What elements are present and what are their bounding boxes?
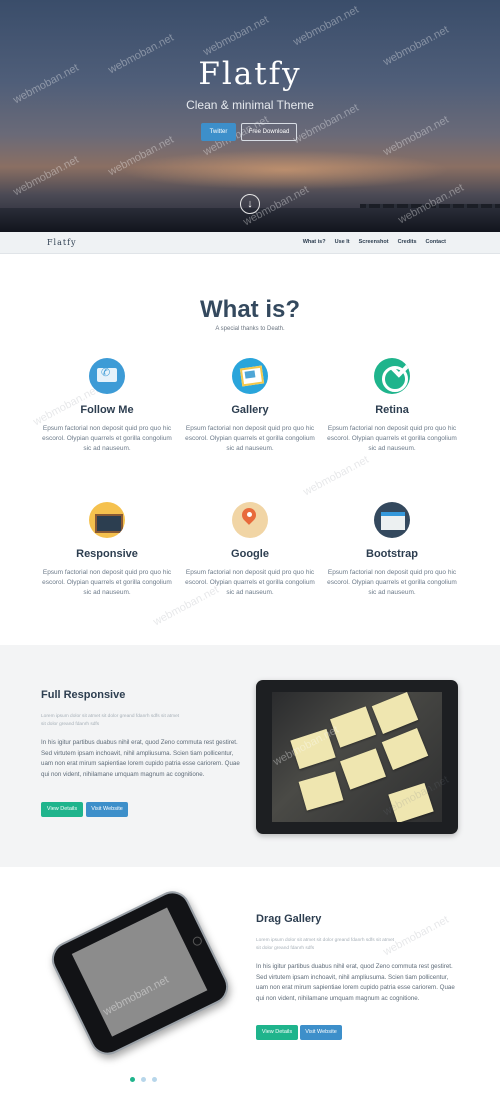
hero-brand: Flatfy (198, 56, 302, 92)
arrow-down-circle-icon[interactable]: ↓ (240, 194, 260, 214)
nav-links: What is? Use It Screenshot Credits Conta… (303, 239, 446, 245)
carousel-pagination (130, 1077, 157, 1082)
drag-gallery-text: In his igitur partibus duabus nihil erat… (256, 963, 455, 1002)
drag-gallery-meta: Lorem ipsum dolor sit atmet sit dolor gr… (256, 938, 395, 951)
feature-title: Responsive (76, 548, 138, 560)
feature-text: Epsum factorial non deposit quid pro quo… (42, 425, 172, 452)
hero-section: webmoban.net webmoban.net webmoban.net w… (0, 0, 500, 232)
visit-website-button[interactable]: Visit Website (86, 802, 128, 817)
carousel-dot[interactable] (141, 1077, 146, 1082)
sunset-glow (120, 150, 450, 190)
full-responsive-text: In his igitur partibus duabus nihil erat… (41, 739, 240, 778)
nav-link-credits[interactable]: Credits (398, 239, 417, 245)
nav-link-contact[interactable]: Contact (426, 239, 446, 245)
twitter-button[interactable]: Twitter (201, 123, 236, 141)
carousel-dot[interactable] (130, 1077, 135, 1082)
feature-google: Google Epsum factorial non deposit quid … (185, 502, 315, 598)
feature-responsive: Responsive Epsum factorial non deposit q… (42, 502, 172, 598)
responsive-screen-icon (89, 502, 125, 538)
feature-gallery: Gallery Epsum factorial non deposit quid… (185, 358, 315, 454)
nav-link-use-it[interactable]: Use It (335, 239, 350, 245)
nav-link-screenshot[interactable]: Screenshot (359, 239, 389, 245)
map-pin-icon (232, 502, 268, 538)
view-details-button[interactable]: View Details (256, 1025, 298, 1040)
feature-bootstrap: Bootstrap Epsum factorial non deposit qu… (327, 502, 457, 598)
feature-text: Epsum factorial non deposit quid pro quo… (42, 569, 172, 596)
section-title: What is? (200, 296, 300, 323)
watermark: webmoban.net (301, 453, 371, 499)
full-responsive-title: Full Responsive (41, 689, 126, 701)
watermark: webmoban.net (201, 13, 271, 59)
feature-text: Epsum factorial non deposit quid pro quo… (185, 425, 315, 452)
feature-follow-me: Follow Me Epsum factorial non deposit qu… (42, 358, 172, 454)
feature-text: Epsum factorial non deposit quid pro quo… (185, 569, 315, 596)
feature-title: Follow Me (80, 404, 134, 416)
browser-window-icon (374, 502, 410, 538)
feature-text: Epsum factorial non deposit quid pro quo… (327, 425, 457, 452)
drag-gallery-title: Drag Gallery (256, 913, 322, 925)
watermark: webmoban.net (291, 3, 361, 49)
watermark: webmoban.net (11, 153, 81, 199)
free-download-button[interactable]: Free Download (241, 123, 297, 141)
feature-title: Google (231, 548, 269, 560)
feature-title: Retina (375, 404, 409, 416)
feature-text: Epsum factorial non deposit quid pro quo… (327, 569, 457, 596)
nav-brand[interactable]: Flatfy (47, 238, 77, 247)
hero-tagline: Clean & minimal Theme (186, 98, 314, 112)
nav-link-what-is[interactable]: What is? (303, 239, 326, 245)
visit-website-button[interactable]: Visit Website (300, 1025, 342, 1040)
gallery-icon (232, 358, 268, 394)
carousel-dot[interactable] (152, 1077, 157, 1082)
feature-retina: Retina Epsum factorial non deposit quid … (327, 358, 457, 454)
feature-title: Gallery (231, 404, 269, 416)
phone-image (45, 885, 235, 1061)
full-responsive-meta: Lorem ipsum dolor sit atmet sit dolor gr… (41, 714, 180, 727)
retina-check-icon (374, 358, 410, 394)
section-subtitle: A special thanks to Death. (215, 326, 285, 332)
view-details-button[interactable]: View Details (41, 802, 83, 817)
twitter-icon (89, 358, 125, 394)
navbar: Flatfy What is? Use It Screenshot Credit… (0, 232, 500, 254)
feature-title: Bootstrap (366, 548, 418, 560)
